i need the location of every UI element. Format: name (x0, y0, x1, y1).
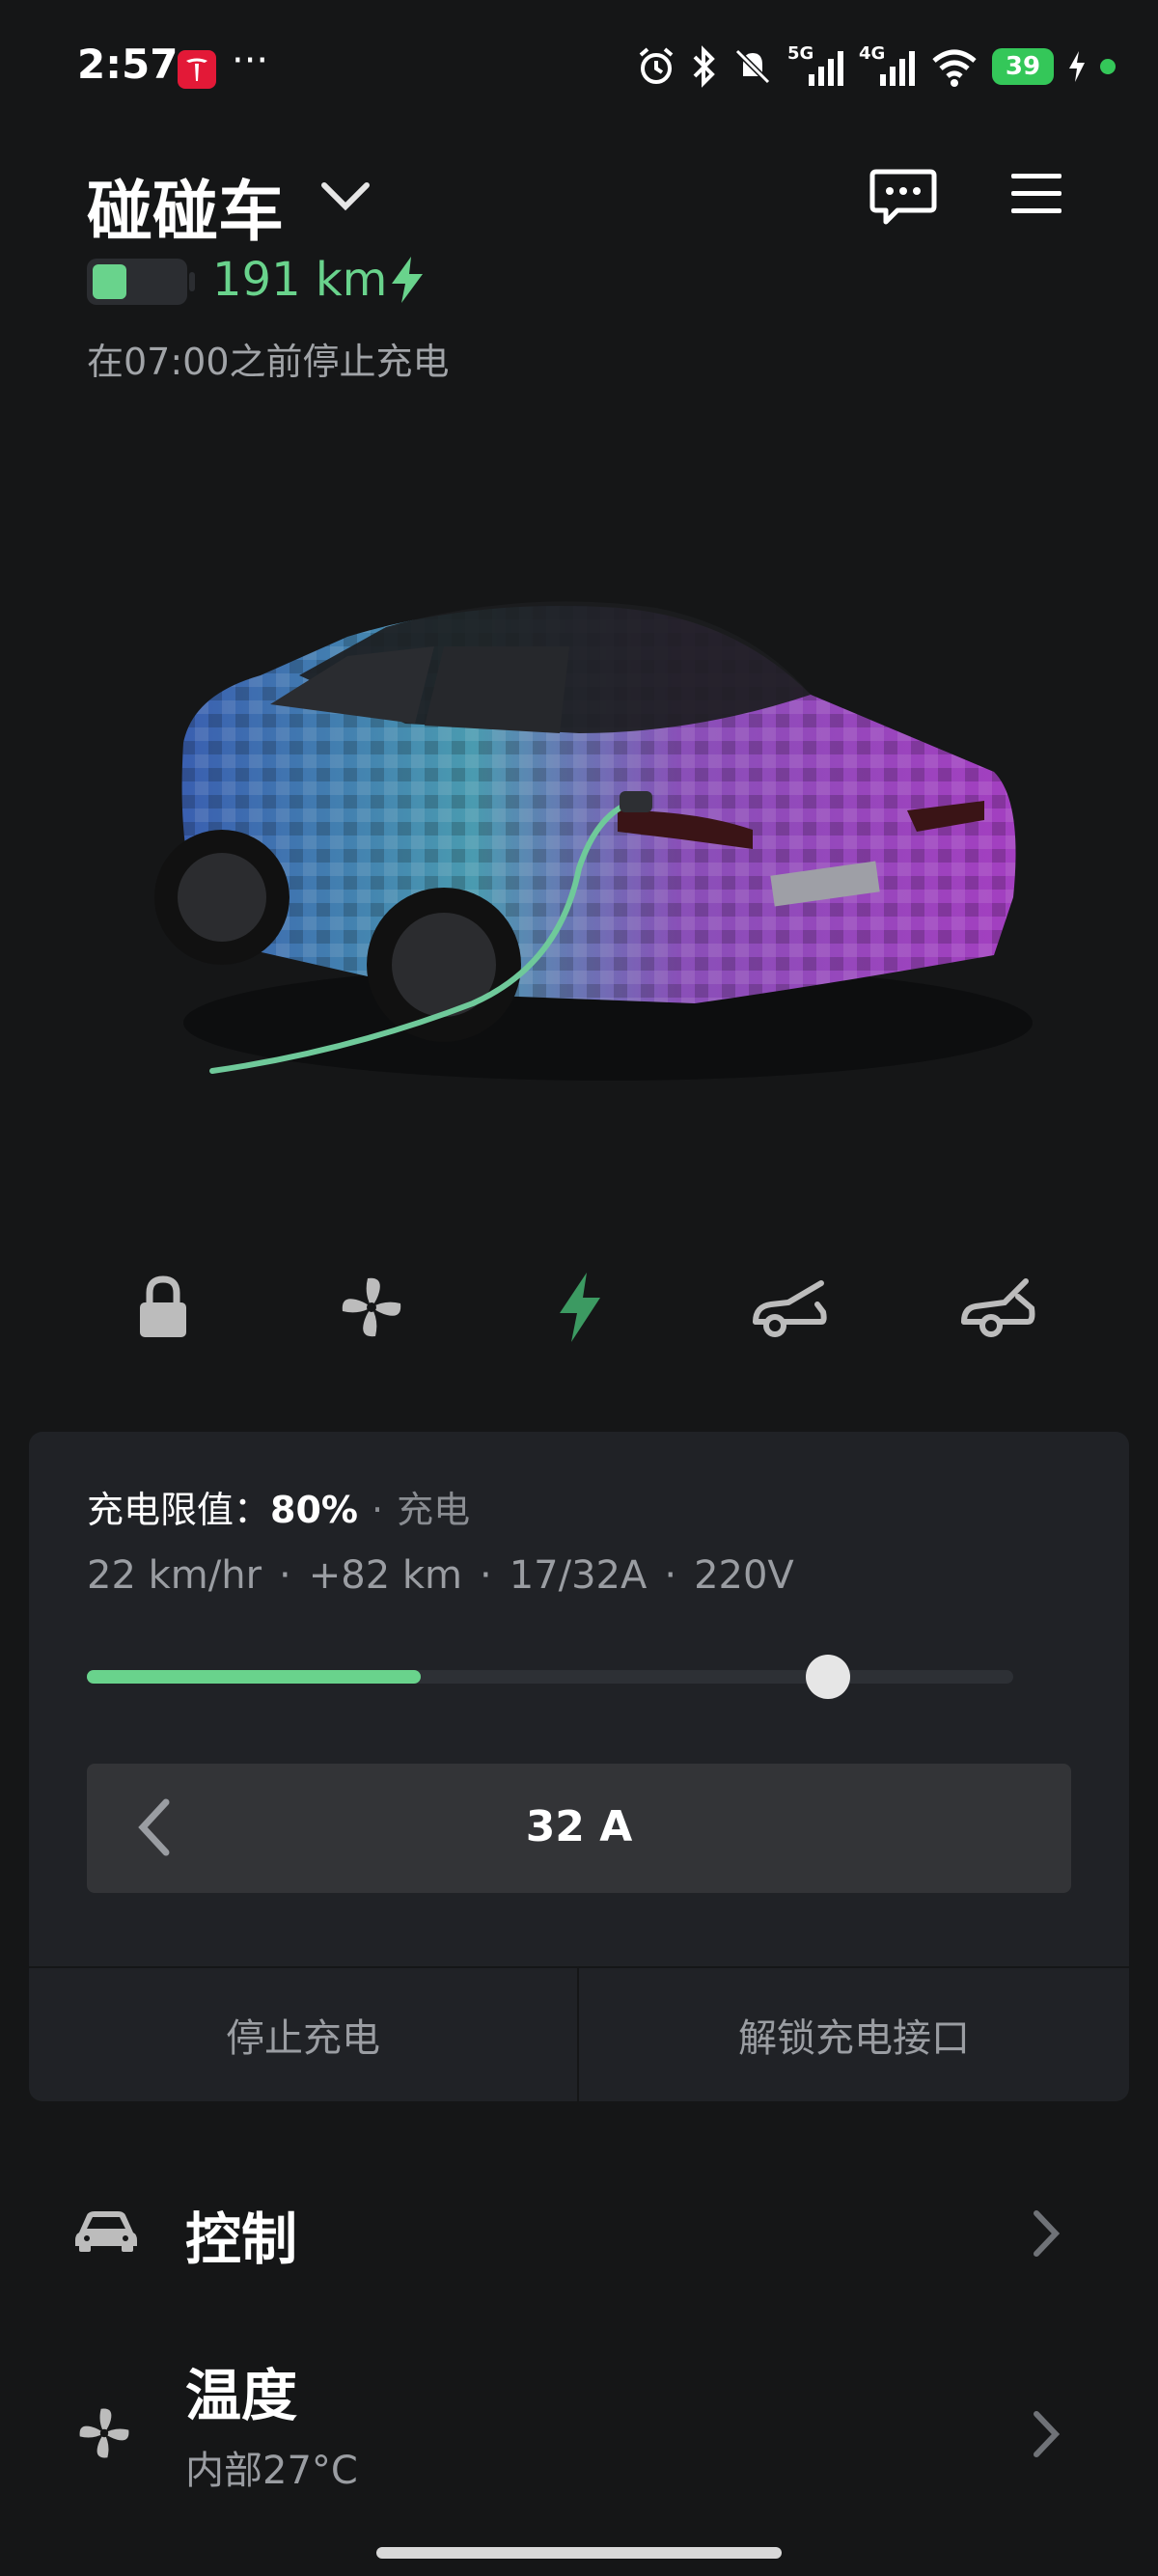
lock-icon[interactable] (110, 1254, 216, 1360)
chevron-right-icon[interactable] (1031, 2209, 1062, 2261)
vehicle-name[interactable]: 碰碰车 (87, 158, 284, 254)
message-icon[interactable] (868, 166, 938, 232)
battery-level-fill (93, 264, 126, 299)
fan-icon[interactable] (318, 1254, 425, 1360)
charging-status: 充电 (397, 1489, 471, 1531)
charge-limit-slider-thumb[interactable] (806, 1655, 850, 1699)
bluetooth-icon (693, 45, 715, 88)
bolt-icon[interactable] (527, 1254, 633, 1360)
separator-dot: · (371, 1489, 384, 1531)
frunk-icon[interactable] (735, 1254, 841, 1360)
quick-controls (0, 1254, 1158, 1360)
charge-limit-value: 80% (270, 1489, 358, 1531)
charging-stats: 22 km/hr · +82 km · 17/32A · 220V (87, 1553, 794, 1598)
charging-bolt-icon (1069, 51, 1085, 82)
climate-menu-item[interactable]: 温度 (185, 2350, 297, 2431)
separator-dot: · (664, 1553, 677, 1598)
stop-charging-button[interactable]: 停止充电 (29, 1968, 577, 2101)
privacy-dot (1100, 59, 1116, 74)
voltage: 220V (694, 1553, 794, 1598)
charge-limit-line[interactable]: 充电限值：80% · 充电 (87, 1480, 470, 1533)
status-time: 2:57 (77, 41, 179, 88)
charge-limit-label: 充电限值： (87, 1489, 271, 1531)
unlock-charge-port-button[interactable]: 解锁充电接口 (579, 1968, 1129, 2101)
signal-4g-icon: 4G (859, 43, 917, 88)
controls-menu-item[interactable]: 控制 (185, 2194, 297, 2275)
menu-icon[interactable] (1009, 172, 1063, 220)
battery-icon: 39 (992, 48, 1054, 85)
chevron-right-icon[interactable] (1031, 2410, 1062, 2462)
car-icon (73, 2206, 139, 2258)
signal-5g-icon: 5G (787, 43, 845, 88)
status-icons: 5G 4G 39 (637, 42, 1116, 91)
chevron-down-icon[interactable] (320, 179, 371, 216)
separator-dot: · (480, 1553, 492, 1598)
charge-schedule-note: 在07:00之前停止充电 (87, 341, 450, 383)
battery-nub (189, 272, 195, 291)
tesla-app-icon (178, 50, 216, 89)
charging-bolt-icon (388, 255, 427, 309)
trunk-icon[interactable] (944, 1254, 1050, 1360)
range-added: +82 km (308, 1553, 462, 1598)
wifi-icon (932, 49, 977, 87)
silent-icon (734, 48, 771, 85)
alarm-icon (639, 47, 674, 84)
home-indicator[interactable] (376, 2547, 782, 2559)
vehicle-image (154, 579, 1042, 1162)
separator-dot: · (279, 1553, 291, 1598)
interior-temperature: 内部27°C (185, 2449, 358, 2493)
range-text: 191 km (212, 253, 388, 307)
current-amps: 17/32A (509, 1553, 648, 1598)
charge-rate: 22 km/hr (87, 1553, 262, 1598)
amperage-value: 32 A (525, 1802, 633, 1851)
charge-level-fill (87, 1670, 421, 1684)
fan-icon (73, 2402, 135, 2468)
more-notifications-icon: ··· (232, 39, 269, 83)
